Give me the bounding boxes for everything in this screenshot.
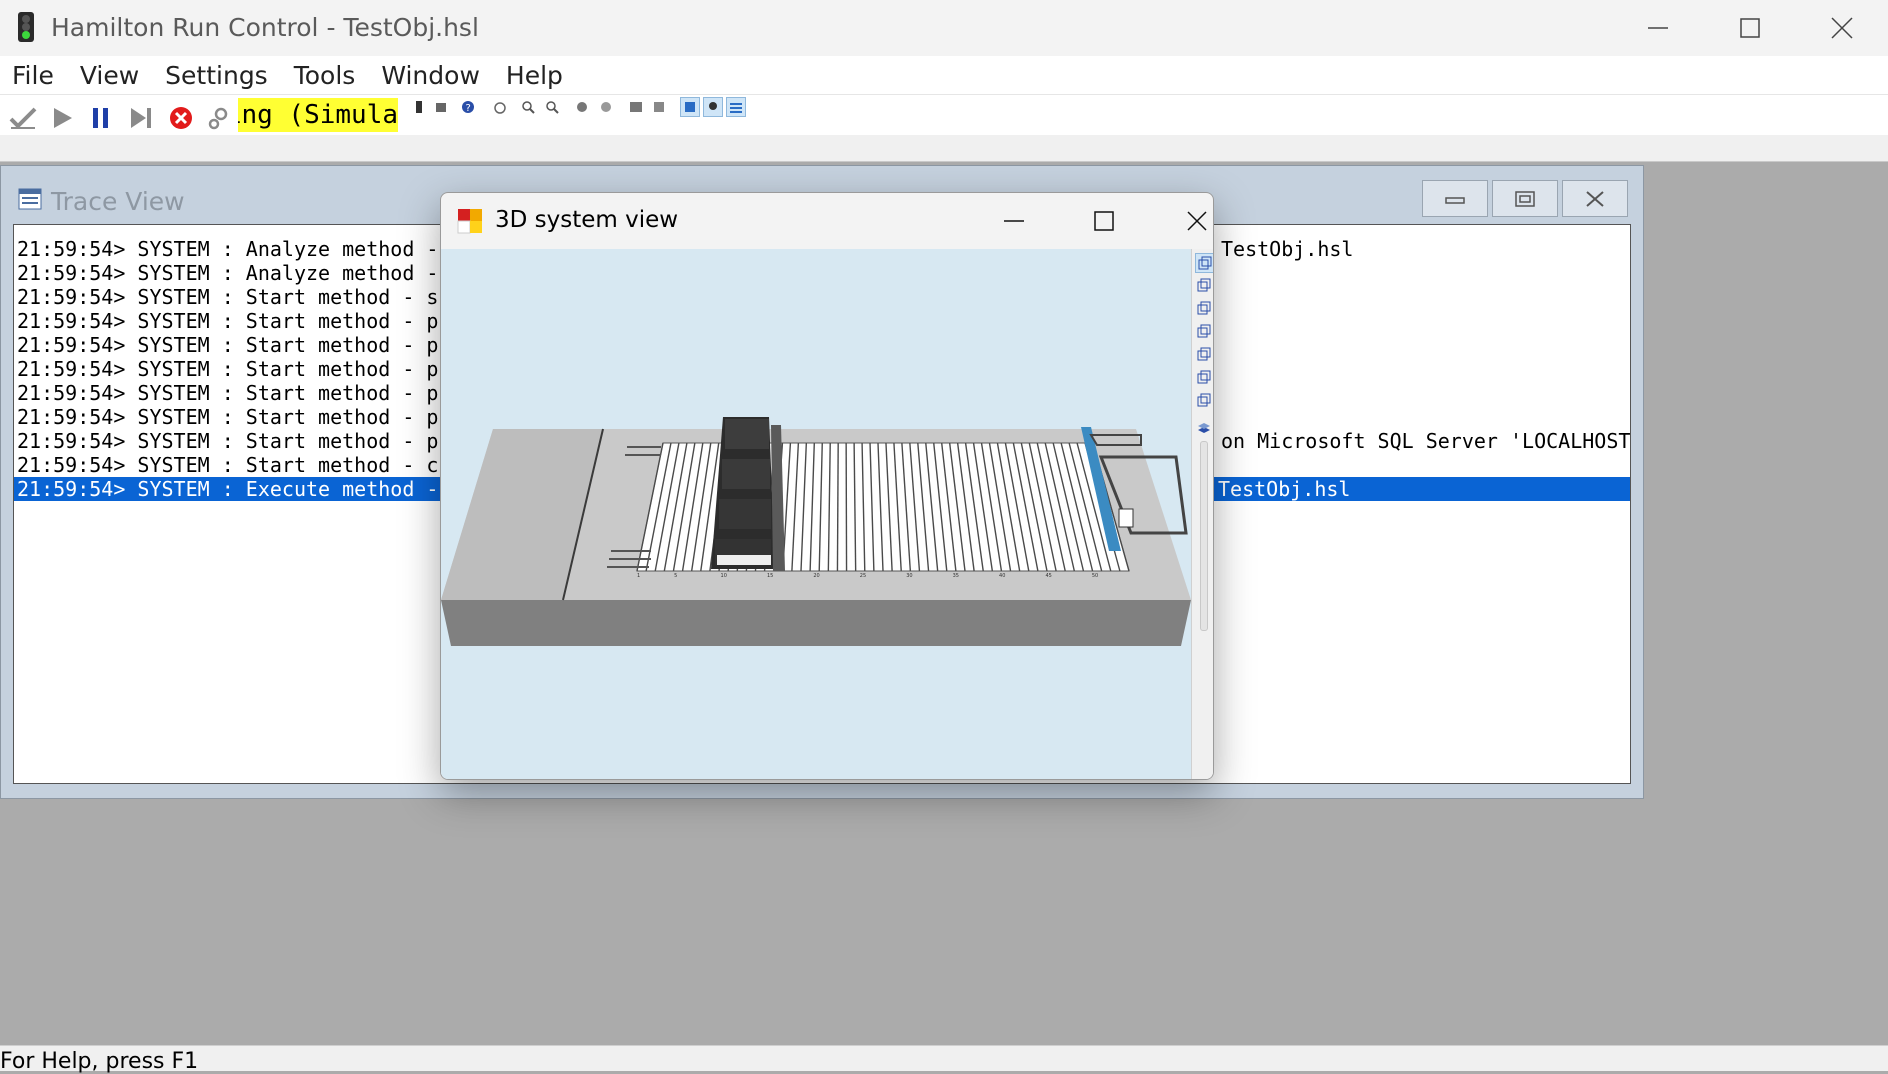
trace-view-icon [18,188,42,210]
tool-icon-1[interactable] [409,97,429,117]
title-bar: Hamilton Run Control - TestObj.hsl [0,0,1888,56]
camera-view-6-icon[interactable] [1195,368,1213,386]
camera-view-3-icon[interactable] [1195,299,1213,317]
tool-icon-2[interactable] [431,97,451,117]
export-icon[interactable] [650,97,670,117]
menu-help[interactable]: Help [494,56,577,94]
deck-scale-label: 20 [813,573,819,579]
check-icon[interactable] [8,103,38,133]
carrier-rail [837,443,838,571]
menu-view[interactable]: View [68,56,153,94]
trace-view-toggle-icon[interactable] [680,97,700,117]
tip-carrier-stack [711,417,785,571]
step-forward-icon[interactable] [126,103,156,133]
dialog-close-button[interactable] [1167,193,1214,249]
list-view-toggle-icon[interactable] [726,97,746,117]
deck-scale-label: 30 [906,573,912,579]
traffic-light-icon [16,12,36,42]
deck-scale-label: 45 [1045,573,1051,579]
window-title: Hamilton Run Control - TestObj.hsl [51,13,479,42]
maximize-button[interactable] [1704,0,1796,56]
run-status-field: ing (Simula [238,98,398,132]
trace-minimize-button[interactable] [1422,180,1488,217]
menu-window[interactable]: Window [369,56,494,94]
view-side-toolbar [1191,249,1214,780]
layers-icon[interactable] [1195,419,1213,437]
dialog-title: 3D system view [495,207,678,233]
zoom-slider[interactable] [1200,441,1208,631]
camera-view-4-icon[interactable] [1195,322,1213,340]
deck-scale-label: 1 [637,573,640,579]
deck-scale-label: 5 [674,573,677,579]
menu-tools[interactable]: Tools [282,56,370,94]
play-icon[interactable] [48,103,78,133]
minimize-button[interactable] [1612,0,1704,56]
toolbar: ing (Simula [0,94,1888,136]
menu-bar: File View Settings Tools Window Help [0,56,1888,94]
deck-scale-label: 15 [767,573,773,579]
deck-scale-label: 25 [860,573,866,579]
settings-gear-icon[interactable] [204,103,234,133]
dialog-minimize-button[interactable] [984,193,1044,249]
pause-icon[interactable] [86,103,116,133]
svg-text:?: ? [466,103,471,114]
zoom-in-icon[interactable] [518,97,538,117]
trace-restore-button[interactable] [1492,180,1558,217]
trace-view-title: Trace View [51,187,185,216]
run-status-text: ing (Simula [238,98,398,132]
3d-viewport[interactable]: 15101520253035404550 [441,249,1191,780]
deck-scale-label: 10 [721,573,727,579]
menu-file[interactable]: File [0,56,68,94]
camera-view-7-icon[interactable] [1195,391,1213,409]
help-icon[interactable]: ? [458,97,478,117]
abort-icon[interactable] [166,103,196,133]
deck-scale-label: 50 [1092,573,1098,579]
robot-deck-3d-render: 15101520253035404550 [441,249,1191,780]
record-stop-icon[interactable] [596,97,616,117]
secondary-toolbar-strip [0,135,1888,162]
trace-close-button[interactable] [1562,180,1628,217]
close-button[interactable] [1796,0,1888,56]
camera-view-5-icon[interactable] [1195,345,1213,363]
zoom-out-icon[interactable] [542,97,562,117]
menu-settings[interactable]: Settings [153,56,282,94]
system-view-icon [457,208,483,234]
record-icon[interactable] [572,97,592,117]
image-icon[interactable] [626,97,646,117]
system-view-dialog: 3D system view [440,192,1214,780]
dialog-maximize-button[interactable] [1074,193,1134,249]
camera-view-1-icon[interactable] [1195,253,1214,273]
hand-pan-icon[interactable] [490,97,510,117]
status-bar: For Help, press F1 [0,1045,1888,1071]
camera-view-2-icon[interactable] [1195,276,1213,294]
deck-scale-label: 40 [999,573,1005,579]
system-view-toggle-icon[interactable] [703,97,723,117]
deck-scale-label: 35 [953,573,959,579]
deck-front-face [441,600,1191,646]
carrier-rails [637,443,1129,571]
